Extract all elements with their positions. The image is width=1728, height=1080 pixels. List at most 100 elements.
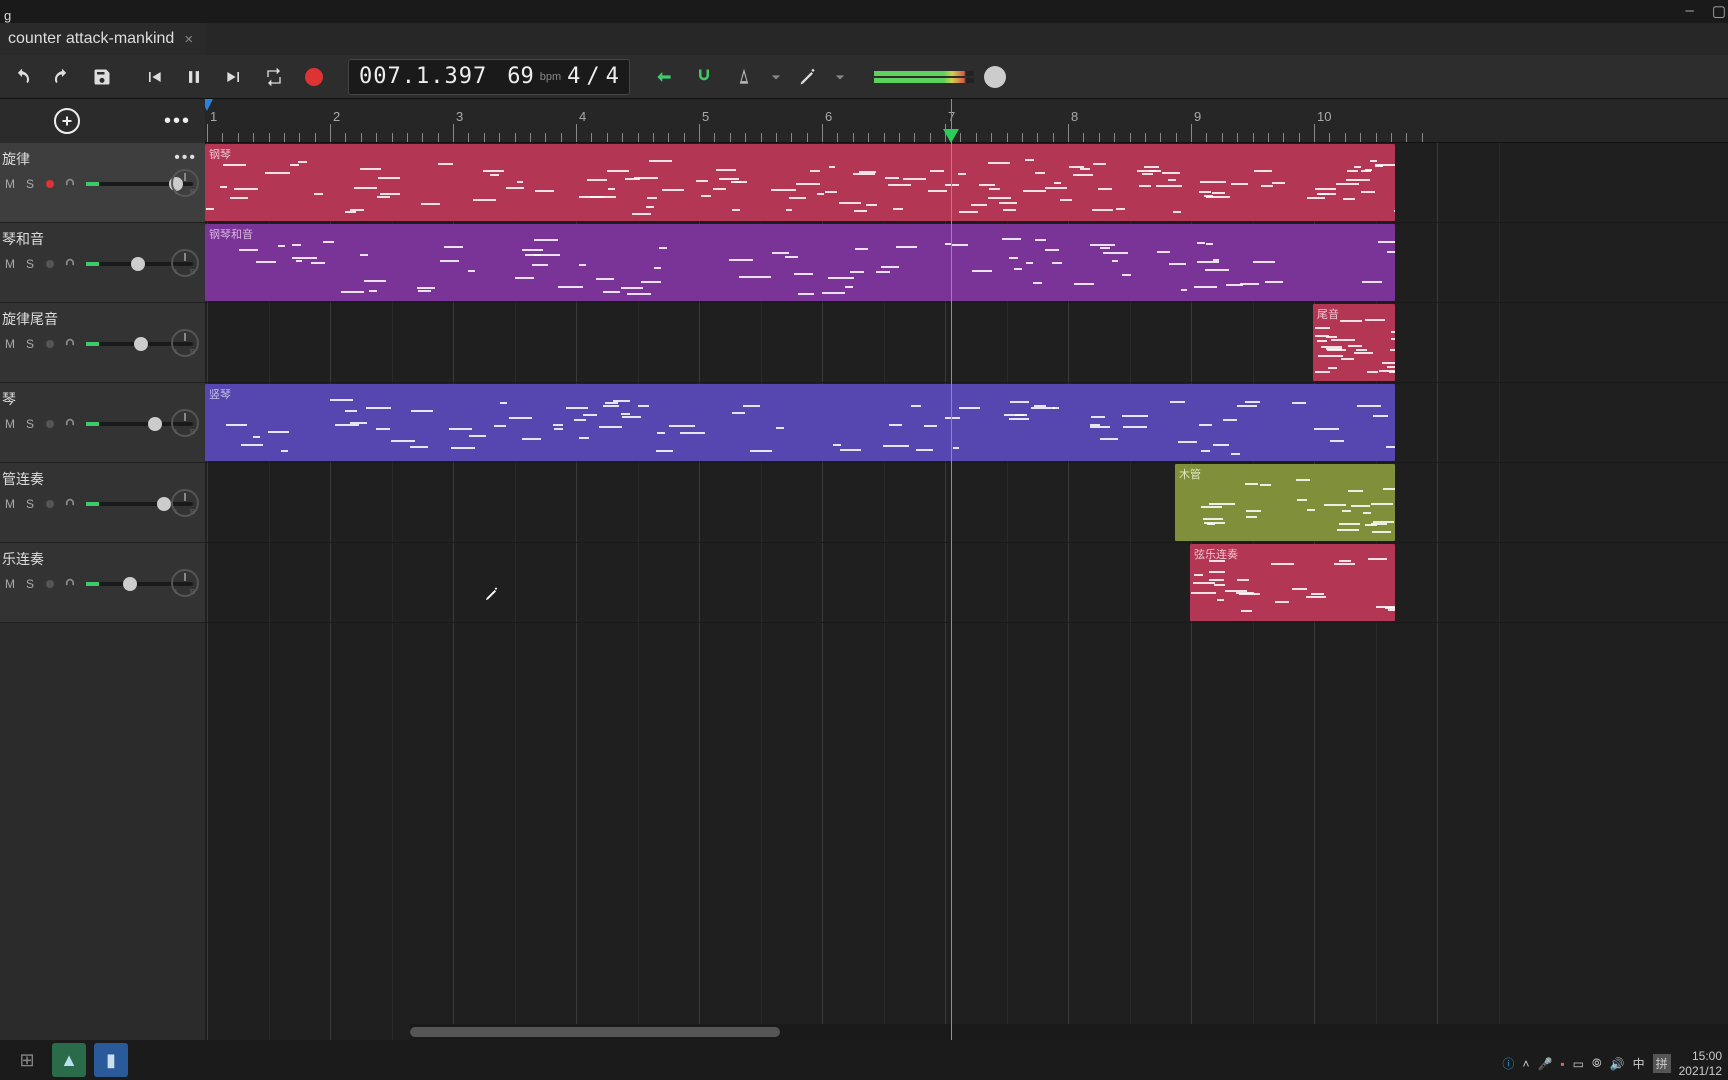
midi-clip[interactable]: 钢琴 [205, 144, 1395, 221]
undo-button[interactable] [4, 59, 40, 95]
tray-battery-icon[interactable]: ▭ [1573, 1057, 1584, 1071]
solo-button[interactable]: S [22, 255, 38, 273]
monitor-button[interactable] [62, 415, 78, 433]
system-tray[interactable]: ⓘ ˄ 🎤 ▪ ▭ ⦾ 🔊 中 拼 15:00 2021/12 [1502, 1049, 1722, 1078]
taskbar-app-1[interactable]: ▲ [52, 1043, 86, 1077]
pan-knob[interactable]: LR [171, 169, 199, 197]
snap-button[interactable] [686, 59, 722, 95]
tool-dropdown[interactable] [830, 59, 850, 95]
loop-button[interactable] [256, 59, 292, 95]
timesig-num[interactable]: 4 [567, 64, 580, 89]
tray-safe-remove-icon[interactable]: ▪ [1560, 1057, 1564, 1071]
arm-record-button[interactable] [42, 495, 58, 513]
track-header[interactable]: 旋律 ••• M S LR [0, 143, 205, 223]
mute-button[interactable]: M [2, 175, 18, 193]
tray-clock[interactable]: 15:00 2021/12 [1679, 1049, 1722, 1078]
tray-chevron-icon[interactable]: ˄ [1522, 1057, 1529, 1071]
punch-in-button[interactable] [646, 59, 682, 95]
horizontal-scrollbar[interactable] [410, 1024, 1728, 1040]
track-menu-icon[interactable]: ••• [174, 149, 197, 167]
metronome-dropdown[interactable] [766, 59, 786, 95]
track-lane[interactable]: 钢琴 [205, 143, 1728, 223]
mute-button[interactable]: M [2, 575, 18, 593]
timesig-den[interactable]: 4 [606, 64, 619, 89]
tracks-content[interactable]: 钢琴钢琴和音尾音竖琴木管弦乐连奏 [205, 143, 1728, 1040]
pan-knob[interactable]: LR [171, 329, 199, 357]
track-lane[interactable]: 弦乐连奏 [205, 543, 1728, 623]
master-volume [874, 66, 1006, 88]
taskbar-app-2[interactable]: ▮ [94, 1043, 128, 1077]
tray-wifi-icon[interactable]: ⦾ [1592, 1056, 1602, 1071]
track-header[interactable]: 琴 M S LR [0, 383, 205, 463]
skip-forward-button[interactable] [216, 59, 252, 95]
track-header[interactable]: 乐连奏 M S LR [0, 543, 205, 623]
pause-button[interactable] [176, 59, 212, 95]
redo-button[interactable] [44, 59, 80, 95]
mute-button[interactable]: M [2, 335, 18, 353]
arm-record-button[interactable] [42, 175, 58, 193]
close-tab-icon[interactable]: × [184, 31, 193, 48]
tab-project[interactable]: counter attack-mankind × [0, 23, 205, 55]
ruler-bar-number: 10 [1317, 109, 1331, 124]
solo-button[interactable]: S [22, 175, 38, 193]
midi-clip[interactable]: 尾音 [1313, 304, 1395, 381]
solo-button[interactable]: S [22, 415, 38, 433]
metronome-button[interactable] [726, 59, 762, 95]
solo-button[interactable]: S [22, 575, 38, 593]
ime-lang[interactable]: 中 [1633, 1055, 1645, 1072]
solo-button[interactable]: S [22, 495, 38, 513]
pan-knob[interactable]: LR [171, 569, 199, 597]
pan-knob[interactable]: LR [171, 489, 199, 517]
ruler-bar-number: 8 [1071, 109, 1078, 124]
track-header[interactable]: 琴和音 M S LR [0, 223, 205, 303]
tray-volume-icon[interactable]: 🔊 [1610, 1057, 1625, 1071]
ruler-bar-number: 6 [825, 109, 832, 124]
position-display[interactable]: 007.1.397 [359, 64, 487, 89]
scrollbar-thumb[interactable] [410, 1027, 780, 1037]
track-lane[interactable]: 钢琴和音 [205, 223, 1728, 303]
add-track-button[interactable] [54, 108, 80, 134]
timeline-ruler[interactable]: 12345678910 [205, 99, 1728, 143]
monitor-button[interactable] [62, 335, 78, 353]
monitor-button[interactable] [62, 575, 78, 593]
ime-mode[interactable]: 拼 [1653, 1054, 1671, 1073]
track-lane[interactable]: 木管 [205, 463, 1728, 543]
windows-taskbar[interactable]: ⊞ ▲ ▮ ⓘ ˄ 🎤 ▪ ▭ ⦾ 🔊 中 拼 15:00 2021/12 [0, 1040, 1728, 1080]
solo-button[interactable]: S [22, 335, 38, 353]
midi-clip[interactable]: 钢琴和音 [205, 224, 1395, 301]
window-maximize[interactable]: ▢ [1712, 2, 1726, 20]
mute-button[interactable]: M [2, 495, 18, 513]
arm-record-button[interactable] [42, 415, 58, 433]
arm-record-button[interactable] [42, 575, 58, 593]
monitor-button[interactable] [62, 495, 78, 513]
window-title-bar: g – ▢ [0, 0, 1728, 23]
arm-record-button[interactable] [42, 335, 58, 353]
bpm-display[interactable]: 69 [507, 64, 534, 89]
track-lane[interactable]: 竖琴 [205, 383, 1728, 463]
midi-clip[interactable]: 木管 [1175, 464, 1395, 541]
pan-knob[interactable]: LR [171, 409, 199, 437]
pan-knob[interactable]: LR [171, 249, 199, 277]
midi-clip[interactable]: 竖琴 [205, 384, 1395, 461]
window-minimize[interactable]: – [1685, 2, 1693, 20]
monitor-button[interactable] [62, 175, 78, 193]
track-lane[interactable]: 尾音 [205, 303, 1728, 383]
taskbar-start[interactable]: ⊞ [10, 1043, 44, 1077]
track-header[interactable]: 管连奏 M S LR [0, 463, 205, 543]
skip-back-button[interactable] [136, 59, 172, 95]
midi-clip[interactable]: 弦乐连奏 [1190, 544, 1395, 621]
timeline-area[interactable]: 12345678910 钢琴钢琴和音尾音竖琴木管弦乐连奏 [205, 99, 1728, 1040]
help-icon[interactable]: ⓘ [1502, 1055, 1514, 1072]
save-button[interactable] [84, 59, 120, 95]
arm-record-button[interactable] [42, 255, 58, 273]
track-header[interactable]: 旋律尾音 M S LR [0, 303, 205, 383]
timesig-sep: / [586, 64, 599, 89]
record-button[interactable] [296, 59, 332, 95]
track-panel-menu[interactable]: ••• [164, 110, 191, 133]
monitor-button[interactable] [62, 255, 78, 273]
tray-mic-icon[interactable]: 🎤 [1537, 1057, 1552, 1071]
mute-button[interactable]: M [2, 415, 18, 433]
mute-button[interactable]: M [2, 255, 18, 273]
tool-button[interactable] [790, 59, 826, 95]
volume-knob[interactable] [984, 66, 1006, 88]
